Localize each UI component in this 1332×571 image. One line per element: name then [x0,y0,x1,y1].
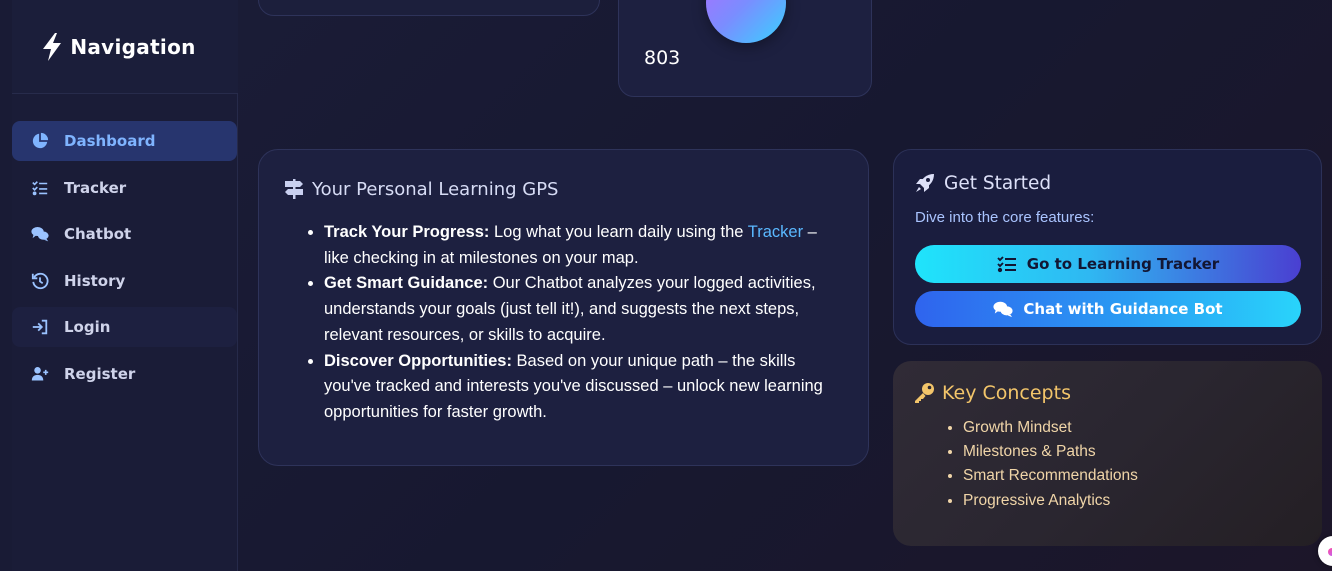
list-item: Smart Recommendations [963,464,1138,488]
sidebar-item-label: Tracker [64,178,127,197]
key-concepts-list: Growth Mindset Milestones & Paths Smart … [963,416,1138,513]
list-item: Discover Opportunities: Based on your un… [324,349,844,426]
gradient-orb [706,0,786,43]
button-label: Go to Learning Tracker [1026,255,1220,273]
checklist-icon [997,256,1016,273]
sidebar: Navigation Dashboard Tracker Chatbot His… [0,0,238,571]
tracker-link[interactable]: Tracker [748,223,803,241]
gps-title-text: Your Personal Learning GPS [312,178,559,200]
list-item: Growth Mindset [963,416,1138,440]
chat-bubbles-icon [993,301,1013,318]
sidebar-item-label: Chatbot [64,225,132,243]
pie-chart-icon [30,131,50,151]
sidebar-item-tracker[interactable]: Tracker [12,168,237,208]
lightning-bolt-icon [43,32,62,61]
stat-value: 803 [644,47,681,69]
gps-feature-list: Track Your Progress: Log what you learn … [324,220,844,426]
key-concepts-title: Key Concepts [913,382,1071,404]
sidebar-item-history[interactable]: History [12,261,237,301]
item-heading: Get Smart Guidance: [324,274,489,293]
sidebar-edge [0,0,12,571]
chat-widget-launcher[interactable] [1318,536,1332,566]
key-icon [915,383,934,403]
key-concepts-card: Key Concepts Growth Mindset Milestones &… [893,361,1322,546]
sidebar-item-dashboard[interactable]: Dashboard [12,121,237,161]
user-plus-icon [30,364,50,384]
sidebar-item-login[interactable]: Login [12,307,237,347]
get-started-card: Get Started Dive into the core features:… [893,149,1322,345]
list-item: Milestones & Paths [963,440,1138,464]
go-to-tracker-button[interactable]: Go to Learning Tracker [915,245,1301,283]
get-started-title-text: Get Started [944,172,1052,194]
list-item: Track Your Progress: Log what you learn … [324,220,844,271]
key-concepts-title-text: Key Concepts [942,382,1071,404]
learning-gps-card: Your Personal Learning GPS Track Your Pr… [258,149,869,466]
item-heading: Track Your Progress: [324,223,490,241]
sidebar-brand: Navigation [12,0,238,94]
button-label: Chat with Guidance Bot [1023,300,1223,318]
signpost-icon [285,179,303,199]
sidebar-item-label: History [64,271,126,290]
login-icon [30,317,50,337]
list-item: Progressive Analytics [963,489,1138,513]
sidebar-item-chatbot[interactable]: Chatbot [12,214,237,254]
rocket-icon [916,174,934,192]
get-started-title: Get Started [914,172,1051,194]
get-started-subtitle: Dive into the core features: [915,209,1095,226]
widget-logo-icon [1328,548,1332,556]
item-heading: Discover Opportunities: [324,351,512,370]
list-item: Get Smart Guidance: Our Chatbot analyzes… [324,271,844,348]
sidebar-item-register[interactable]: Register [12,354,237,394]
stat-card: 803 [618,0,872,97]
sidebar-item-label: Dashboard [64,132,156,150]
chat-with-bot-button[interactable]: Chat with Guidance Bot [915,291,1301,327]
gps-card-title: Your Personal Learning GPS [283,178,558,200]
sidebar-nav: Dashboard Tracker Chatbot History Login [12,121,237,400]
chat-bubbles-icon [30,224,50,244]
item-text: Log what you learn daily using the [489,223,748,241]
stat-card-partial [258,0,600,16]
history-icon [30,271,50,291]
sidebar-item-label: Register [64,364,136,383]
checklist-icon [30,178,50,198]
sidebar-item-label: Login [64,318,111,336]
sidebar-title: Navigation [70,34,196,59]
